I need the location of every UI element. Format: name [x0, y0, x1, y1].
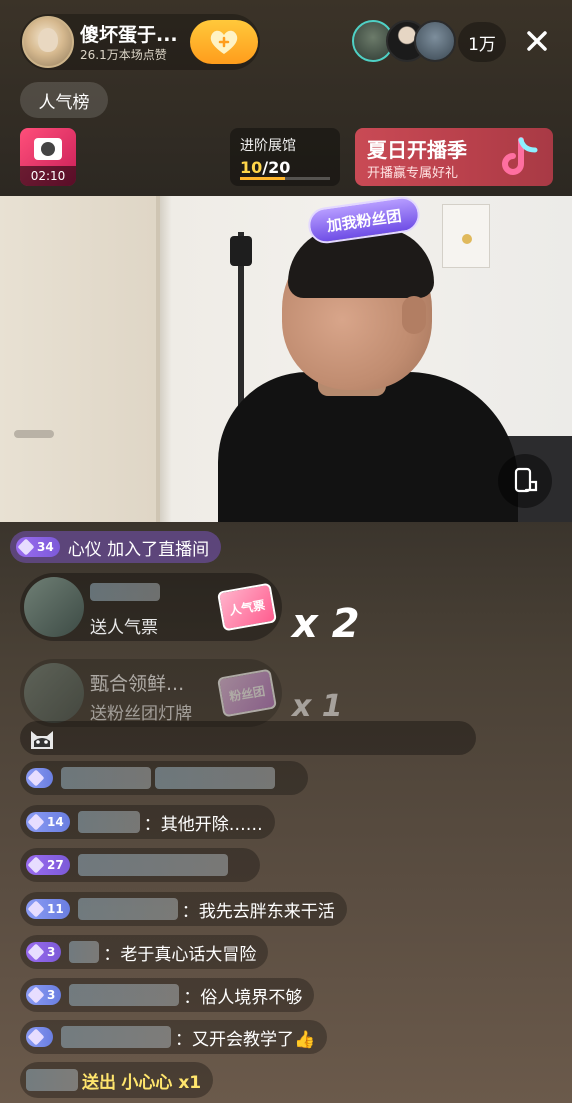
- hall-title: 进阶展馆: [240, 138, 296, 154]
- viewer-avatar[interactable]: [414, 20, 456, 62]
- host-likes: 26.1万本场点赞: [80, 48, 167, 62]
- gift-card[interactable]: 送人气票 人气票: [20, 573, 282, 641]
- popularity-ticket-icon: 人气票: [216, 582, 278, 632]
- camera-gimbal: [230, 236, 252, 266]
- user-level-badge: 14: [26, 812, 70, 832]
- exhibition-hall-card[interactable]: 进阶展馆 10/20: [230, 128, 340, 186]
- heart-plus-icon: [210, 30, 238, 54]
- gem-icon: [27, 1028, 45, 1046]
- user-level-badge: [26, 768, 53, 788]
- close-icon: [527, 31, 547, 51]
- door-handle: [14, 430, 54, 438]
- gem-icon: [27, 856, 45, 874]
- tiktok-logo-icon: [502, 137, 538, 175]
- gift-card[interactable]: 甄合领鲜... 送粉丝团灯牌 粉丝团: [20, 659, 282, 727]
- close-button[interactable]: [516, 20, 558, 62]
- screen-rotate-button[interactable]: [498, 454, 552, 508]
- summer-banner[interactable]: 夏日开播季 开播赢专属好礼: [355, 128, 553, 186]
- comment-text: ：其他开除……: [143, 814, 263, 835]
- gift-send-message[interactable]: 送出 小心心 x1: [20, 1062, 214, 1098]
- gem-icon: [27, 769, 45, 787]
- gift-sender-name: [90, 583, 164, 606]
- user-level-badge: 27: [26, 855, 70, 875]
- promo-thumbnail[interactable]: 02:10: [20, 128, 76, 186]
- fan-lamp-icon: 粉丝团: [216, 668, 278, 718]
- summer-subtitle: 开播赢专属好礼: [367, 166, 459, 181]
- camera-icon: [34, 138, 62, 160]
- comment-text: ：老于真心话大冒险: [103, 944, 257, 965]
- gift-sender-avatar[interactable]: [24, 663, 84, 723]
- viewer-count[interactable]: 1万: [458, 22, 506, 62]
- comment-text: ：又开会教学了👍: [175, 1029, 316, 1050]
- gift-multiplier: x 1: [292, 689, 343, 724]
- cat-icon: [31, 731, 53, 749]
- pet-bar: [20, 721, 476, 755]
- gem-icon: [27, 943, 45, 961]
- gem-icon: [27, 813, 45, 831]
- user-level-badge: 11: [26, 899, 70, 919]
- wall-panel-light: [462, 234, 472, 244]
- join-user[interactable]: 心仪: [68, 535, 102, 560]
- comment-row[interactable]: 3 ：俗人境界不够: [20, 978, 315, 1012]
- user-level-badge: 3: [26, 942, 62, 962]
- promo-timer: 02:10: [20, 166, 76, 186]
- comment-text: ：我先去胖东来干活: [181, 901, 335, 922]
- join-text: 加入了直播间: [107, 539, 210, 560]
- popularity-rank-button[interactable]: 人气榜: [20, 82, 108, 118]
- user-level-badge: 34: [16, 537, 60, 557]
- summer-title: 夏日开播季: [367, 138, 467, 162]
- comment-row[interactable]: 3 ：老于真心话大冒险: [20, 935, 269, 969]
- comment-row[interactable]: 27: [20, 848, 260, 882]
- user-level-badge: [26, 1027, 53, 1047]
- door: [0, 196, 160, 522]
- host-avatar[interactable]: [22, 16, 74, 68]
- hall-progress-fill: [240, 177, 285, 180]
- streamer-ear: [402, 296, 426, 334]
- comment-row[interactable]: [20, 761, 308, 795]
- gift-sender-avatar[interactable]: [24, 577, 84, 637]
- send-verb: 送出: [82, 1072, 116, 1093]
- live-video[interactable]: 加我粉丝团: [0, 196, 572, 522]
- comment-row[interactable]: 14 ：其他开除……: [20, 805, 275, 839]
- host-name[interactable]: 傻坏蛋于...: [80, 20, 178, 47]
- gem-icon: [27, 900, 45, 918]
- gift-sender-name: 甄合领鲜...: [90, 673, 185, 695]
- join-message: 34 心仪 加入了直播间: [10, 531, 222, 563]
- gift-action: 送人气票: [90, 618, 158, 638]
- hall-progress: 10/20: [240, 158, 291, 177]
- follow-button[interactable]: [190, 20, 258, 64]
- sent-gift: 小心心 x1: [121, 1072, 202, 1093]
- gem-icon: [17, 538, 35, 556]
- comment-row[interactable]: 11 ：我先去胖东来干活: [20, 892, 347, 926]
- gift-multiplier: x 2: [292, 601, 360, 647]
- phone-rotate-icon: [514, 467, 538, 493]
- comment-row[interactable]: ：又开会教学了👍: [20, 1020, 328, 1054]
- comment-text: ：俗人境界不够: [183, 987, 303, 1008]
- gem-icon: [27, 986, 45, 1004]
- hall-progress-bar: [240, 177, 330, 180]
- user-level-badge: 3: [26, 985, 62, 1005]
